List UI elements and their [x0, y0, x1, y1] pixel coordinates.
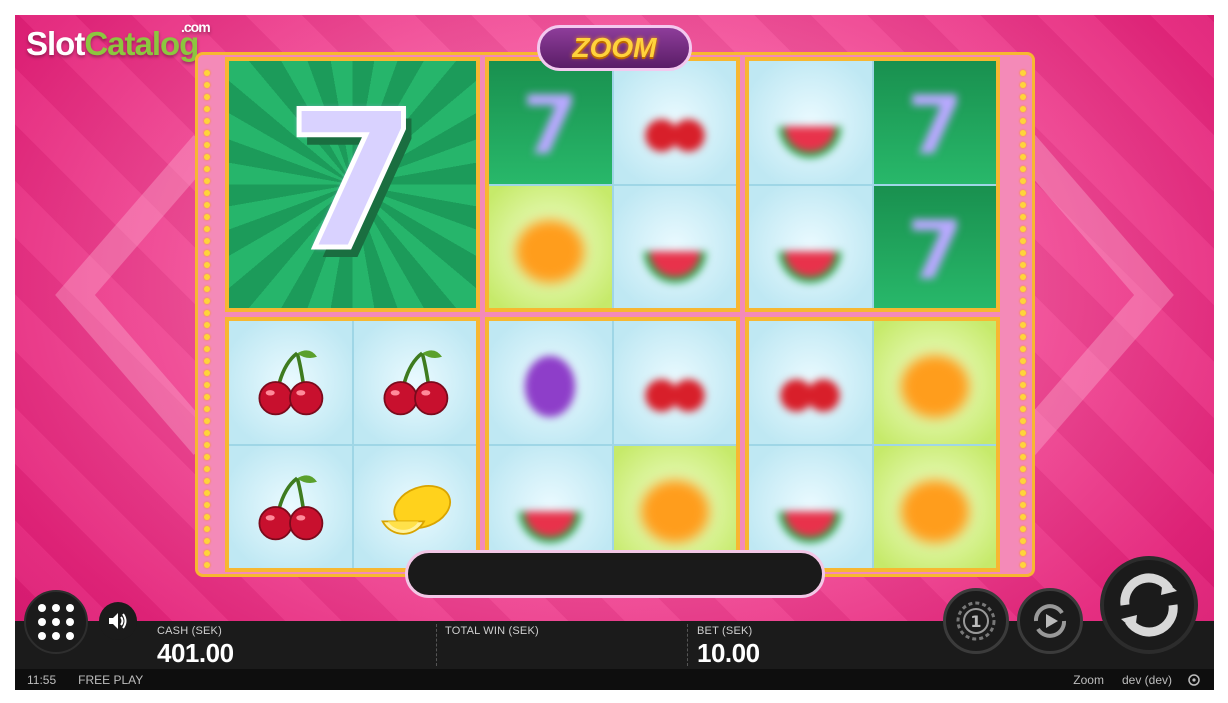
cash-display: CASH (SEK) 401.00 — [157, 625, 234, 669]
reel-symbol: 7 — [873, 185, 996, 308]
svg-text:1: 1 — [970, 612, 981, 631]
orange-bell-icon — [516, 219, 585, 283]
reel-symbol — [613, 61, 736, 184]
svg-text:7: 7 — [907, 204, 963, 292]
bet-value: 10.00 — [697, 638, 760, 668]
reel-symbol — [749, 321, 872, 444]
reel-symbol — [613, 321, 736, 444]
reel-symbol — [749, 185, 872, 308]
reel-symbol — [873, 321, 996, 444]
reel-symbol — [489, 321, 612, 444]
message-bar — [405, 550, 825, 598]
reel-symbol — [613, 185, 736, 308]
svg-text:7: 7 — [907, 80, 963, 168]
total-win-display: TOTAL WIN (SEK) — [445, 625, 539, 638]
reel-symbol — [873, 445, 996, 568]
reel-block-top-left: 7 — [225, 57, 480, 312]
reel-block-bottom-middle — [485, 317, 740, 572]
watermelon-icon — [643, 251, 707, 283]
watermelon-icon — [778, 126, 842, 159]
reel-symbol — [749, 61, 872, 184]
play-mode-text: FREE PLAY — [78, 672, 144, 687]
seven-icon: 7 — [907, 204, 963, 292]
reel-block-bottom-right — [745, 317, 1000, 572]
orange-bell-icon — [640, 479, 709, 543]
cherry-icon — [258, 475, 324, 541]
cherry-icon — [383, 350, 449, 416]
reel-symbol: 7 — [873, 61, 996, 184]
right-chevron-decoration — [1014, 135, 1174, 455]
reel-block-bottom-left — [225, 317, 480, 572]
bet-label: BET (SEK) — [697, 625, 753, 637]
reel-symbol — [489, 185, 612, 308]
seven-icon: 7 — [907, 80, 963, 168]
watermelon-icon — [778, 511, 842, 543]
reel-block-top-right: 7 7 — [745, 57, 1000, 312]
total-win-label: TOTAL WIN (SEK) — [445, 625, 539, 637]
user-text: dev (dev) — [1121, 672, 1172, 687]
autoplay-icon[interactable] — [1017, 588, 1083, 654]
cash-value: 401.00 — [157, 638, 234, 668]
watermelon-icon — [518, 511, 582, 543]
left-light-dots — [201, 65, 213, 568]
reel-symbol: 7 — [489, 61, 612, 184]
right-light-dots — [1017, 65, 1029, 568]
help-icon[interactable] — [1188, 673, 1200, 686]
game-logo: ZOOM — [537, 25, 692, 71]
slotcatalog-watermark: SlotCatalog .com — [26, 19, 211, 63]
menu-grid-icon[interactable] — [24, 590, 88, 654]
watermelon-icon — [778, 251, 842, 283]
status-bar: 11:55 FREE PLAY Zoom dev (dev) — [15, 669, 1214, 690]
reel-symbol — [353, 321, 476, 444]
game-name-text: Zoom — [1073, 672, 1104, 687]
seven-symbol-background: 7 — [229, 61, 476, 308]
clock-text: 11:55 — [27, 672, 57, 687]
divider — [687, 624, 688, 666]
cherry-icon — [645, 119, 705, 152]
plum-icon — [525, 356, 576, 418]
bet-display[interactable]: BET (SEK) 10.00 — [697, 625, 760, 669]
lemon-icon — [380, 484, 451, 535]
reel-symbol — [229, 445, 352, 568]
reel-block-top-middle: 7 — [485, 57, 740, 312]
reel-symbol — [229, 321, 352, 444]
cherry-icon — [258, 350, 324, 416]
spin-icon[interactable] — [1100, 556, 1198, 654]
seven-symbol: 7 — [284, 70, 421, 292]
brand-slot-text: Slot — [26, 25, 85, 62]
seven-icon: 7 — [522, 80, 578, 168]
left-chevron-decoration — [55, 135, 215, 455]
divider — [436, 624, 437, 666]
cherry-icon — [645, 379, 705, 412]
brand-com-text: .com — [181, 19, 211, 35]
cash-label: CASH (SEK) — [157, 625, 222, 637]
orange-bell-icon — [900, 479, 969, 543]
orange-bell-icon — [900, 355, 969, 419]
cherry-icon — [780, 379, 840, 412]
coin-bet-icon[interactable]: 1 — [943, 588, 1009, 654]
speaker-icon[interactable] — [99, 602, 137, 640]
svg-text:7: 7 — [522, 80, 578, 168]
